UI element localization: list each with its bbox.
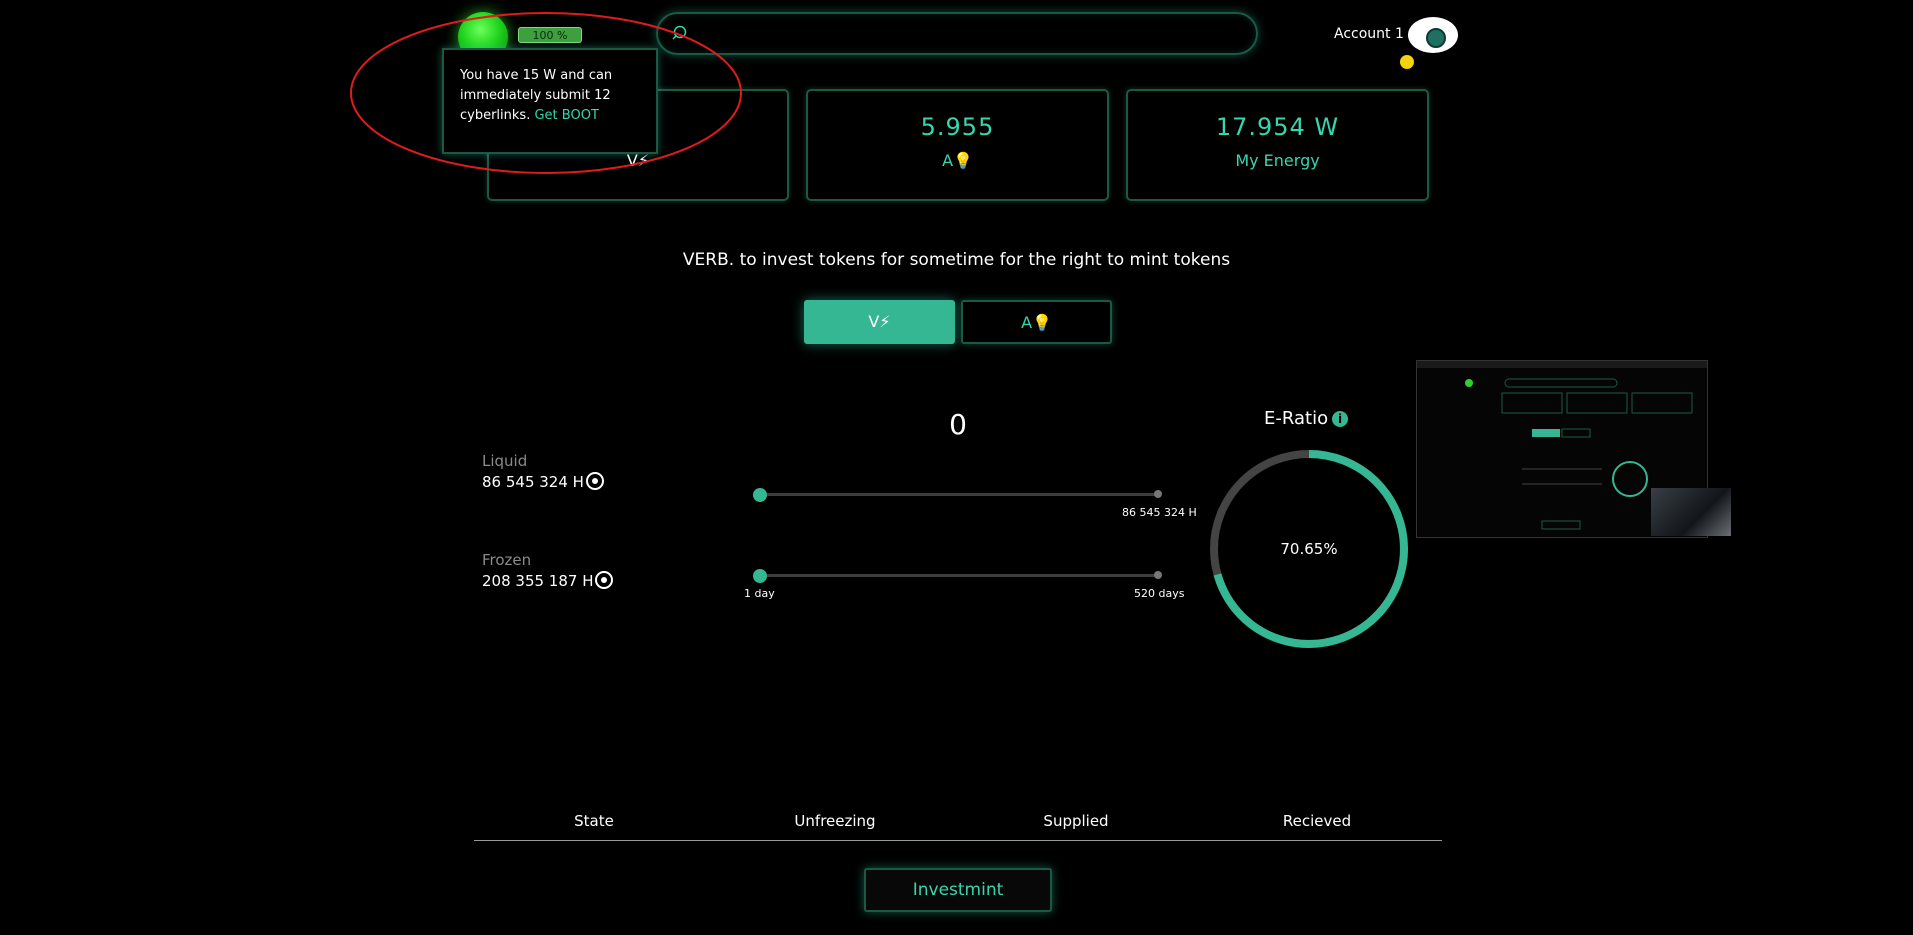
stat-value: 17.954 W xyxy=(1215,113,1340,141)
amount-value: 0 xyxy=(949,408,967,441)
annotation-ellipse xyxy=(350,12,742,174)
col-supplied: Supplied xyxy=(1043,812,1109,830)
frozen-slider-track[interactable] xyxy=(758,574,1158,577)
col-unfreezing: Unfreezing xyxy=(794,812,876,830)
liquid-slider-track[interactable] xyxy=(758,493,1158,496)
eratio-title-text: E-Ratio xyxy=(1264,408,1329,429)
account-name[interactable]: Account 1 xyxy=(1334,26,1404,42)
investmint-button[interactable]: Investmint xyxy=(864,868,1052,912)
liquid-value: 86 545 324 H xyxy=(482,473,584,491)
frozen-balance: 208 355 187 H xyxy=(482,571,614,590)
tab-a[interactable]: A💡 xyxy=(961,300,1112,344)
stat-label: My Energy xyxy=(1235,151,1320,170)
frozen-value: 208 355 187 H xyxy=(482,572,594,590)
frozen-label: Frozen xyxy=(482,551,532,569)
tab-v[interactable]: V⚡ xyxy=(804,300,955,344)
stat-card-a: 5.955 A💡 xyxy=(806,89,1109,201)
liquid-label: Liquid xyxy=(482,452,528,470)
info-icon[interactable]: i xyxy=(1332,411,1349,427)
eratio-title: E-Ratio i xyxy=(1264,408,1349,429)
liquid-slider-handle[interactable] xyxy=(753,488,767,502)
status-dot xyxy=(1400,55,1414,69)
liquid-balance: 86 545 324 H xyxy=(482,472,604,491)
video-thumbnail xyxy=(1651,488,1731,536)
frozen-slider-handle[interactable] xyxy=(753,569,767,583)
slider-end-dot xyxy=(1154,571,1162,579)
slider-end-dot xyxy=(1154,490,1162,498)
frozen-slider-min: 1 day xyxy=(744,587,775,600)
stat-label: A💡 xyxy=(942,151,973,170)
frozen-slider-max: 520 days xyxy=(1134,587,1185,600)
verb-description: VERB. to invest tokens for sometime for … xyxy=(682,250,1231,270)
eratio-value: 70.65% xyxy=(1280,540,1338,558)
search-input[interactable] xyxy=(656,12,1258,55)
avatar-eye-icon[interactable] xyxy=(1408,17,1458,53)
stat-card-energy: 17.954 W My Energy xyxy=(1126,89,1429,201)
liquid-slider-max: 86 545 324 H xyxy=(1122,506,1197,519)
col-recieved: Recieved xyxy=(1282,812,1352,830)
col-state: State xyxy=(574,812,614,830)
token-icon xyxy=(595,571,614,589)
table-divider xyxy=(474,840,1442,841)
token-icon xyxy=(585,472,604,490)
stat-value: 5.955 xyxy=(920,113,995,141)
